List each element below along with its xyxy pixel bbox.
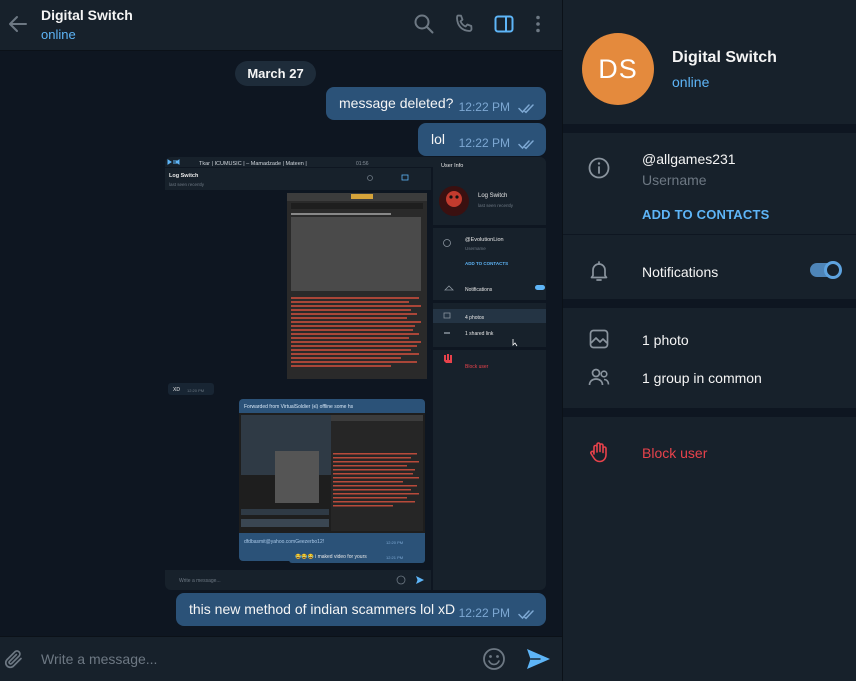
inner-add-contacts: ADD TO CONTACTS — [465, 261, 508, 266]
notifications-toggle[interactable] — [810, 261, 842, 279]
inner-xd-time: 12:20 PM — [187, 388, 204, 393]
inner-links: 1 shared link — [465, 331, 494, 337]
inner-photos: 4 photos — [465, 315, 485, 321]
section-divider — [563, 408, 856, 417]
toggle-knob — [824, 261, 842, 279]
inner-composer: Write a message... — [179, 578, 221, 584]
inner-info-title: User Info — [441, 163, 463, 169]
chat-status: online — [41, 27, 76, 42]
read-check-icon — [518, 610, 534, 620]
profile-name: Digital Switch — [672, 49, 777, 66]
avatar[interactable]: DS — [582, 33, 654, 105]
inner-block: Block user — [465, 364, 489, 370]
emoji-icon[interactable] — [481, 646, 507, 672]
section-divider — [563, 234, 856, 235]
inner-username: @EvolutionLion — [465, 237, 504, 243]
inner-profile-name: Log Switch — [478, 193, 507, 199]
profile-status: online — [672, 74, 710, 90]
message-time: 12:22 PM — [458, 136, 510, 150]
add-to-contacts-button[interactable]: ADD TO CONTACTS — [642, 207, 769, 222]
section-divider — [563, 299, 856, 308]
inner-email-time: 12:20 PM — [386, 540, 403, 545]
chat-title[interactable]: Digital Switch — [41, 7, 133, 23]
message-bubble[interactable]: lol 12:22 PM — [418, 123, 546, 156]
inner-notifications: Notifications — [465, 287, 493, 293]
player-track: Tkar | ICUMUSIC | – Mamadzade | Mateen | — [199, 161, 307, 167]
username-label: Username — [642, 172, 707, 188]
message-text: this new method of indian scammers lol x… — [189, 601, 456, 617]
message-composer: Write a message... — [0, 636, 562, 681]
read-check-icon — [518, 140, 534, 150]
inner-chat-status: last seen recently — [169, 182, 205, 187]
player-controls-icon — [167, 159, 180, 165]
inner-profile-status: last seen recently — [478, 203, 514, 208]
more-menu-icon[interactable] — [527, 13, 549, 35]
message-list[interactable]: March 27 message deleted? 12:22 PM lol 1… — [0, 52, 562, 635]
message-bubble[interactable]: message deleted? 12:22 PM — [326, 87, 546, 120]
inner-user-info-panel — [433, 157, 546, 590]
notifications-label: Notifications — [642, 264, 719, 280]
profile-panel: DS Digital Switch online @allgames231 Us… — [562, 0, 856, 681]
search-icon[interactable] — [413, 13, 435, 35]
message-time: 12:22 PM — [458, 100, 510, 114]
profile-username[interactable]: @allgames231 — [642, 151, 736, 167]
paperclip-icon[interactable] — [2, 647, 26, 671]
inner-forward-label: Forwarded from VirtualSoldier (𝔰𝔩) offli… — [244, 404, 354, 410]
block-user-button[interactable]: Block user — [642, 445, 707, 461]
section-divider — [563, 124, 856, 133]
phone-icon[interactable] — [453, 13, 475, 35]
inner-toggle — [535, 285, 545, 290]
message-bubble[interactable]: this new method of indian scammers lol x… — [176, 593, 546, 626]
message-time: 12:22 PM — [458, 606, 510, 620]
hand-stop-icon — [590, 442, 607, 463]
message-text: message deleted? — [339, 95, 454, 111]
inner-email-text: dfdbasmit@yahoo.comGeezerbo12! — [244, 539, 324, 545]
chat-pane: Digital Switch online March 27 message d… — [0, 0, 562, 681]
group-icon — [588, 368, 610, 386]
message-text: lol — [431, 131, 446, 147]
inner-chat-title: Log Switch — [169, 173, 199, 179]
sidebar-toggle-icon[interactable] — [493, 13, 515, 35]
inner-video-text: 😂😂😂 i maked video for yours — [295, 553, 367, 560]
read-check-icon — [518, 104, 534, 114]
send-icon[interactable] — [524, 646, 552, 672]
photo-message[interactable]: Tkar | ICUMUSIC | – Mamadzade | Mateen |… — [165, 157, 546, 590]
chat-header: Digital Switch online — [0, 0, 562, 51]
inner-video-time: 12:21 PM — [386, 555, 403, 560]
inner-username-label: Username — [465, 246, 486, 251]
inner-xd-text: XD — [173, 387, 180, 393]
message-input[interactable]: Write a message... — [41, 651, 157, 667]
bell-icon — [590, 261, 608, 281]
back-arrow-icon[interactable] — [6, 12, 30, 36]
player-time: 01:56 — [356, 161, 369, 167]
inner-hand-icon — [444, 354, 452, 363]
groups-in-common-item[interactable]: 1 group in common — [642, 370, 762, 386]
date-separator: March 27 — [235, 61, 316, 86]
shared-photos-item[interactable]: 1 photo — [642, 332, 689, 348]
info-icon — [588, 157, 610, 179]
photo-icon — [589, 329, 609, 349]
